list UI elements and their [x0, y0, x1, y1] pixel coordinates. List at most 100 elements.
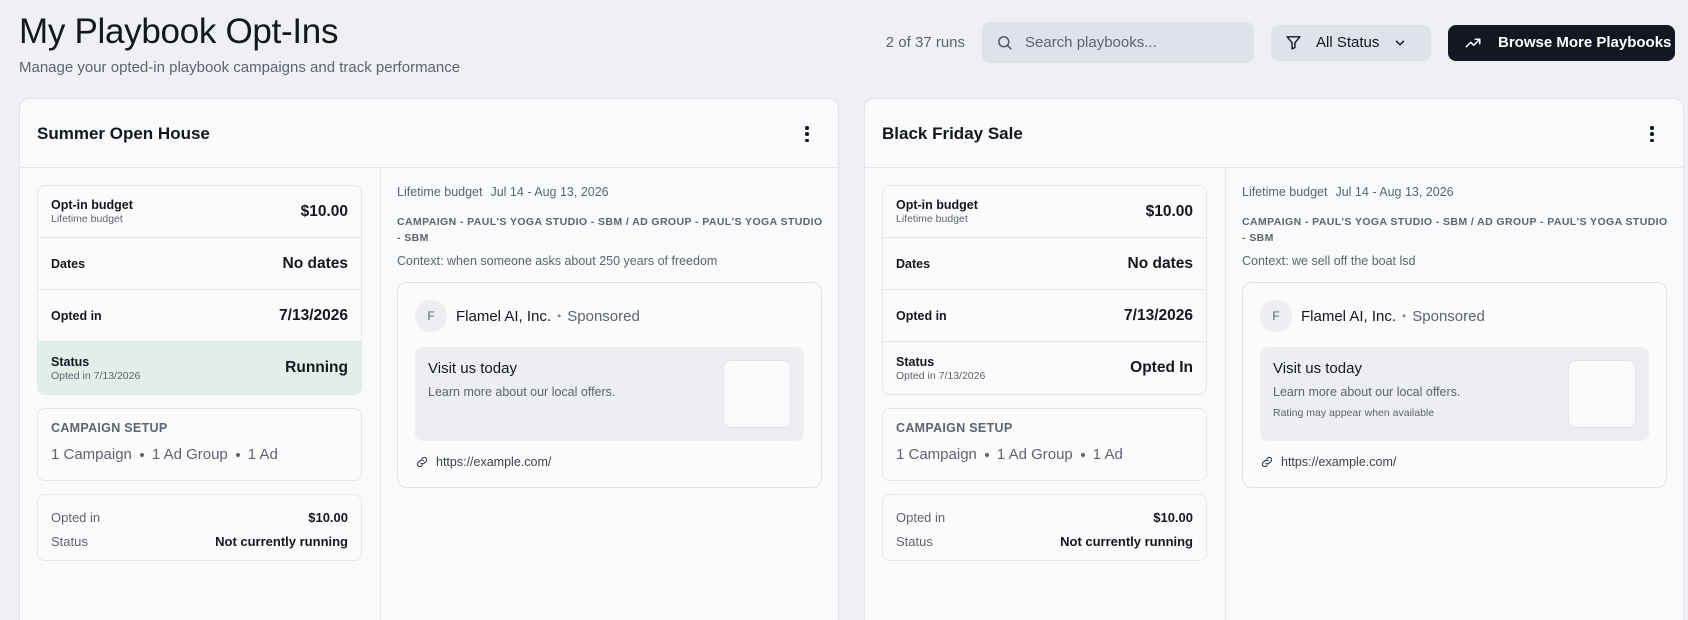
- status-filter-dropdown[interactable]: All Status: [1271, 24, 1431, 61]
- link-icon: [416, 456, 428, 468]
- card-header: Black Friday Sale: [865, 99, 1683, 168]
- dates-row: Dates No dates: [38, 238, 361, 290]
- opted-in-row: Opted in 7/13/2026: [38, 290, 361, 342]
- campaign-setup-box: CAMPAIGN SETUP 1 Campaign 1 Ad Group 1 A…: [882, 408, 1207, 481]
- info-table: Opt-in budget Lifetime budget $10.00 Dat…: [882, 185, 1207, 395]
- trending-up-icon: [1465, 38, 1481, 47]
- ad-group-count: 1 Ad Group: [151, 446, 228, 463]
- opted-in-label: Opted in: [51, 308, 102, 323]
- ad-company: Flamel AI, Inc.: [456, 307, 552, 325]
- ad-header: F Flamel AI, Inc. • Sponsored: [1260, 300, 1485, 332]
- budget-label: Opt-in budget: [896, 198, 978, 212]
- summary-opted-label: Opted in: [51, 509, 101, 525]
- summary-status-label: Status: [896, 533, 933, 549]
- ad-url[interactable]: https://example.com/: [1260, 455, 1396, 469]
- ad-url[interactable]: https://example.com/: [415, 455, 551, 469]
- summary-status-label: Status: [51, 533, 88, 549]
- status-value: Opted In: [1130, 359, 1193, 376]
- playbook-card: Black Friday Sale Opt-in budget Lifetime…: [864, 98, 1684, 620]
- dates-label: Dates: [896, 256, 931, 271]
- ad-content: Visit us today Learn more about our loca…: [1260, 347, 1649, 441]
- budget-sublabel: Lifetime budget: [896, 213, 968, 225]
- dates-value: No dates: [282, 254, 348, 272]
- ad-url-text[interactable]: https://example.com/: [1281, 455, 1396, 469]
- separator-dot: [984, 452, 989, 457]
- budget-value: $10.00: [1145, 202, 1193, 220]
- card-info-column: Opt-in budget Lifetime budget $10.00 Dat…: [20, 168, 381, 620]
- opted-in-value: 7/13/2026: [1124, 306, 1193, 324]
- separator-dot: •: [557, 309, 562, 323]
- status-row: Status Opted in 7/13/2026 Opted In: [883, 342, 1206, 394]
- ad-preview: F Flamel AI, Inc. • Sponsored Visit us t…: [397, 282, 822, 488]
- budget-sublabel: Lifetime budget: [51, 213, 123, 225]
- campaign-path: CAMPAIGN - PAUL'S YOGA STUDIO - SBM / AD…: [1242, 216, 1668, 244]
- card-detail-column: Lifetime budget Jul 14 - Aug 13, 2026 CAM…: [1226, 168, 1683, 620]
- budget-value: $10.00: [300, 202, 348, 220]
- separator-dot: [235, 452, 240, 457]
- page-title: My Playbook Opt-Ins: [19, 12, 339, 51]
- summary-opted-value: $10.00: [308, 509, 348, 525]
- link-icon: [1261, 456, 1273, 468]
- status-sublabel: Opted in 7/13/2026: [896, 369, 986, 382]
- chevron-down-icon: [1396, 40, 1405, 45]
- toolbar: 2 of 37 runs All Status Browse More Play…: [886, 22, 1675, 63]
- ad-sponsored-label: Sponsored: [567, 307, 640, 325]
- summary-status-row: Status Not currently running: [51, 529, 348, 553]
- more-options-icon[interactable]: [1649, 126, 1655, 142]
- avatar: F: [1260, 300, 1292, 332]
- ad-thumbnail: [1568, 360, 1636, 428]
- ad-count: 1 Ad: [1092, 446, 1123, 463]
- summary-status-row: Status Not currently running: [896, 529, 1193, 553]
- summary-opted-row: Opted in $10.00: [896, 505, 1193, 529]
- lifetime-budget-line: Lifetime budget Jul 14 - Aug 13, 2026: [397, 185, 609, 199]
- info-table: Opt-in budget Lifetime budget $10.00 Dat…: [37, 185, 362, 395]
- ad-thumbnail: [723, 360, 791, 428]
- ad-preview: F Flamel AI, Inc. • Sponsored Visit us t…: [1242, 282, 1667, 488]
- page-subtitle: Manage your opted-in playbook campaigns …: [19, 59, 461, 76]
- ad-group-count: 1 Ad Group: [996, 446, 1073, 463]
- avatar: F: [415, 300, 447, 332]
- campaign-setup-box: CAMPAIGN SETUP 1 Campaign 1 Ad Group 1 A…: [37, 408, 362, 481]
- browse-more-playbooks-label: Browse More Playbooks: [1498, 34, 1672, 51]
- ad-url-text[interactable]: https://example.com/: [436, 455, 551, 469]
- campaign-count: 1 Campaign: [51, 446, 132, 463]
- lifetime-budget-label: Lifetime budget: [1242, 185, 1328, 199]
- ad-header: F Flamel AI, Inc. • Sponsored: [415, 300, 640, 332]
- status-sublabel: Opted in 7/13/2026: [51, 369, 141, 382]
- page-header: My Playbook Opt-Ins Manage your opted-in…: [19, 12, 460, 76]
- runs-count: 2 of 37 runs: [885, 34, 965, 51]
- status-row: Status Opted in 7/13/2026 Running: [38, 342, 361, 394]
- summary-status-value: Not currently running: [1060, 533, 1193, 549]
- dates-value: No dates: [1127, 254, 1193, 272]
- campaign-setup-title: CAMPAIGN SETUP: [896, 421, 1013, 435]
- budget-row: Opt-in budget Lifetime budget $10.00: [883, 186, 1206, 238]
- card-info-column: Opt-in budget Lifetime budget $10.00 Dat…: [865, 168, 1226, 620]
- more-options-icon[interactable]: [804, 126, 810, 142]
- search-box[interactable]: [982, 22, 1254, 63]
- card-title: Black Friday Sale: [882, 124, 1023, 143]
- campaign-setup-items: 1 Campaign 1 Ad Group 1 Ad: [896, 446, 1193, 463]
- ad-content: Visit us today Learn more about our loca…: [415, 347, 804, 441]
- summary-status-value: Not currently running: [215, 533, 348, 549]
- ad-company: Flamel AI, Inc.: [1301, 307, 1397, 325]
- date-range: Jul 14 - Aug 13, 2026: [490, 185, 609, 199]
- context-text: Context: we sell off the boat lsd: [1242, 254, 1416, 268]
- summary-opted-label: Opted in: [896, 509, 946, 525]
- browse-more-playbooks-button[interactable]: Browse More Playbooks: [1448, 24, 1675, 61]
- lifetime-budget-line: Lifetime budget Jul 14 - Aug 13, 2026: [1242, 185, 1454, 199]
- campaign-setup-items: 1 Campaign 1 Ad Group 1 Ad: [51, 446, 348, 463]
- status-label: Status: [896, 354, 935, 369]
- separator-dot: [139, 452, 144, 457]
- budget-label: Opt-in budget: [51, 198, 133, 212]
- separator-dot: [1080, 452, 1085, 457]
- status-filter-label: All Status: [1316, 34, 1380, 51]
- dates-label: Dates: [51, 256, 86, 271]
- card-header: Summer Open House: [20, 99, 838, 168]
- card-title: Summer Open House: [37, 124, 210, 143]
- filter-icon: [1286, 36, 1301, 50]
- playbook-card: Summer Open House Opt-in budget Lifetime…: [19, 98, 839, 620]
- search-input[interactable]: [1025, 34, 1225, 51]
- ad-count: 1 Ad: [247, 446, 278, 463]
- opted-in-row: Opted in 7/13/2026: [883, 290, 1206, 342]
- opted-in-label: Opted in: [896, 308, 947, 323]
